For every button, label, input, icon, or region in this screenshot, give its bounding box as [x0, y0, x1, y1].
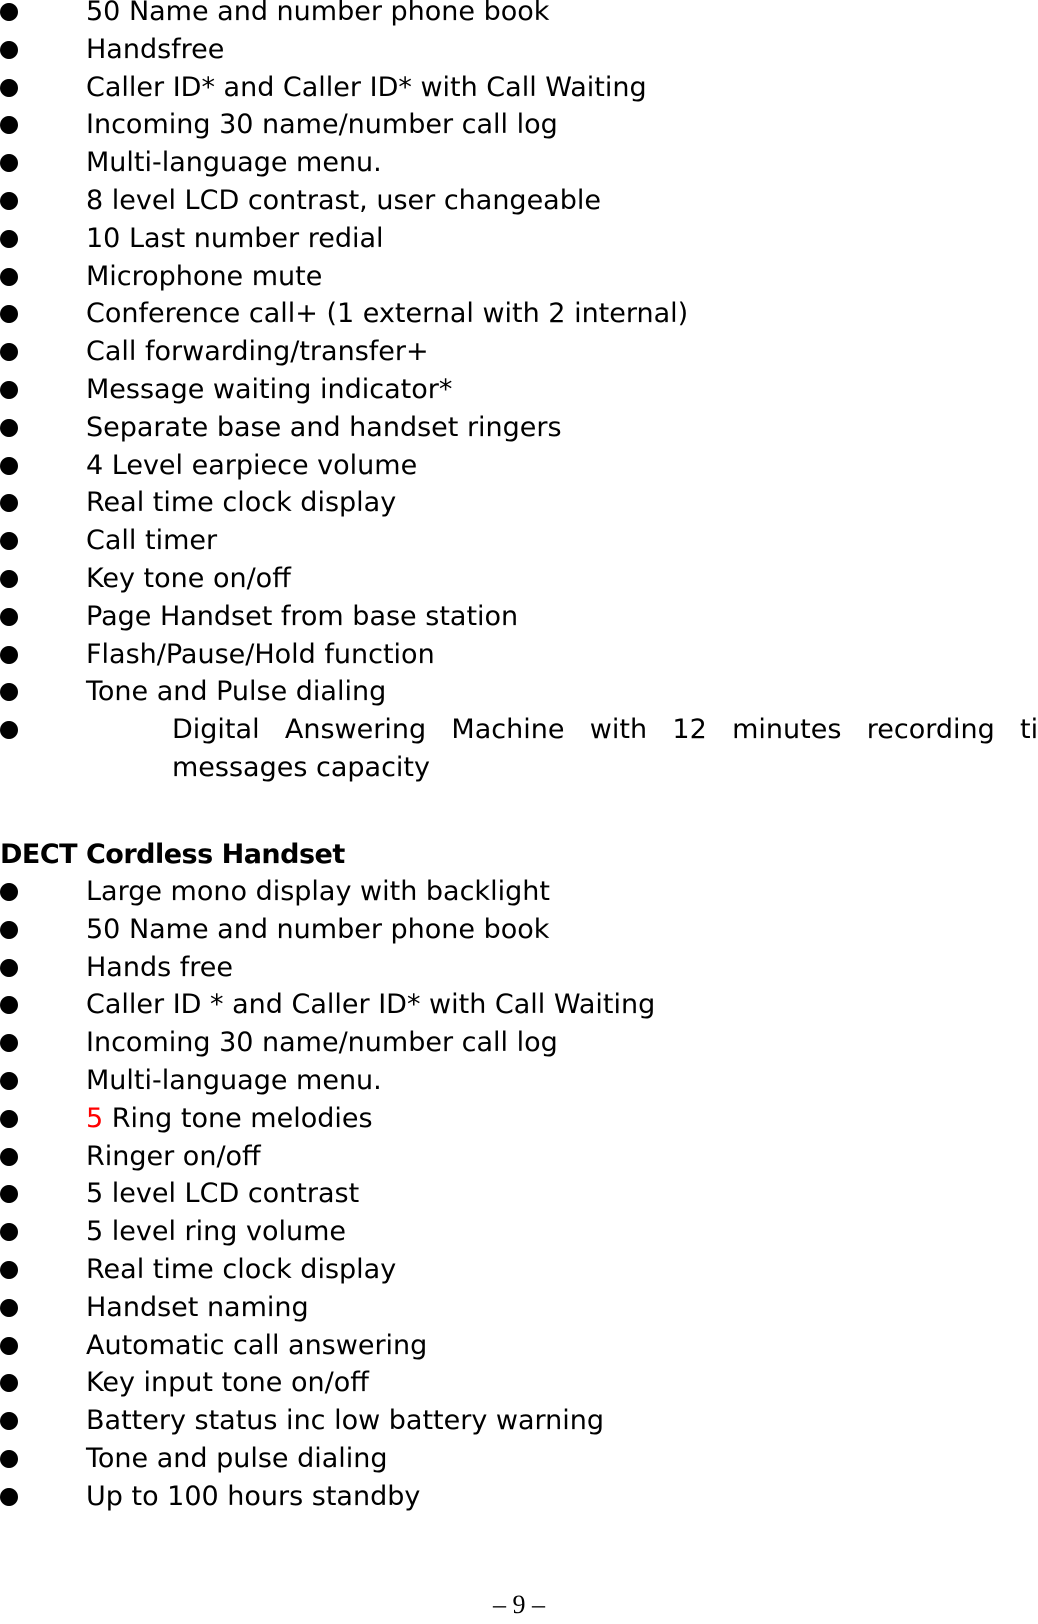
list-item: Real time clock display — [0, 484, 1038, 522]
bullet-icon — [0, 532, 18, 551]
list-item: Caller ID * and Caller ID* with Call Wai… — [0, 986, 1038, 1024]
list-item: Handset naming — [0, 1289, 1038, 1327]
list-item: 50 Name and number phone book — [0, 0, 1038, 31]
bullet-icon — [0, 996, 18, 1015]
bullet-icon — [0, 569, 18, 588]
list-item: 5 level LCD contrast — [0, 1175, 1038, 1213]
list-item: Key tone on/off — [0, 560, 1038, 598]
bullet-icon — [0, 78, 18, 97]
bullet-icon — [0, 958, 18, 977]
bullet-icon — [0, 1374, 18, 1393]
bullet-icon — [0, 920, 18, 939]
list-item: Real time clock display — [0, 1251, 1038, 1289]
ring-tone-text: 5 Ring tone melodies — [86, 1102, 373, 1134]
list-item: Multi-language menu. — [0, 1062, 1038, 1100]
list-item: Digital Answering Machine with 12 minute… — [0, 711, 1038, 787]
list-item: Incoming 30 name/number call log — [0, 106, 1038, 144]
highlighted-number: 5 — [86, 1102, 104, 1134]
list-item: 10 Last number redial — [0, 220, 1038, 258]
bullet-icon — [0, 683, 18, 702]
bullet-icon — [0, 1034, 18, 1053]
list-item: Automatic call answering — [0, 1327, 1038, 1365]
list-item: 5 Ring tone melodies — [0, 1100, 1038, 1138]
bullet-icon — [0, 456, 18, 475]
page-number: – 9 – — [493, 1590, 545, 1619]
list-item: Flash/Pause/Hold function — [0, 636, 1038, 674]
bullet-icon — [0, 380, 18, 399]
list-item: Conference call+ (1 external with 2 inte… — [0, 295, 1038, 333]
bullet-icon — [0, 1487, 18, 1506]
base-feature-list: 50 Name and number phone book Handsfree … — [0, 0, 1038, 787]
list-item: Handsfree — [0, 31, 1038, 69]
bullet-icon — [0, 116, 18, 135]
bullet-icon — [0, 418, 18, 437]
list-item: Caller ID* and Caller ID* with Call Wait… — [0, 69, 1038, 107]
bullet-icon — [0, 645, 18, 664]
list-item: Call timer — [0, 522, 1038, 560]
bullet-icon — [0, 607, 18, 626]
bullet-icon — [0, 1185, 18, 1204]
bullet-icon — [0, 343, 18, 362]
list-item: Microphone mute — [0, 258, 1038, 296]
list-item: Multi-language menu. — [0, 144, 1038, 182]
bullet-icon — [0, 1449, 18, 1468]
bullet-icon — [0, 494, 18, 513]
list-item: Tone and pulse dialing — [0, 1440, 1038, 1478]
list-item: Key input tone on/off — [0, 1364, 1038, 1402]
bullet-icon — [0, 154, 18, 173]
bullet-icon — [0, 1071, 18, 1090]
list-item: 8 level LCD contrast, user changeable — [0, 182, 1038, 220]
handset-feature-list: Large mono display with backlight 50 Nam… — [0, 873, 1038, 1516]
list-item: 50 Name and number phone book — [0, 911, 1038, 949]
bullet-icon — [0, 1336, 18, 1355]
list-item: Large mono display with backlight — [0, 873, 1038, 911]
bullet-icon — [0, 40, 18, 59]
list-item: 5 level ring volume — [0, 1213, 1038, 1251]
bullet-icon — [0, 3, 18, 21]
bullet-icon — [0, 1412, 18, 1431]
bullet-icon — [0, 721, 18, 740]
bullet-icon — [0, 883, 18, 901]
bullet-icon — [0, 229, 18, 248]
list-item: Call forwarding/transfer+ — [0, 333, 1038, 371]
list-item: Incoming 30 name/number call log — [0, 1024, 1038, 1062]
list-item: Up to 100 hours standby — [0, 1478, 1038, 1516]
bullet-icon — [0, 267, 18, 286]
bullet-icon — [0, 1109, 18, 1128]
bullet-icon — [0, 305, 18, 324]
list-item: Hands free — [0, 949, 1038, 987]
document-page: 50 Name and number phone book Handsfree … — [0, 0, 1038, 1624]
bullet-icon — [0, 191, 18, 210]
section-heading: DECT Cordless Handset — [0, 839, 345, 870]
list-item: Tone and Pulse dialing — [0, 673, 1038, 711]
bullet-icon — [0, 1298, 18, 1317]
bullet-icon — [0, 1147, 18, 1166]
list-item: Message waiting indicator* — [0, 371, 1038, 409]
list-item: Battery status inc low battery warning — [0, 1402, 1038, 1440]
bullet-icon — [0, 1223, 18, 1242]
list-item: Ringer on/off — [0, 1138, 1038, 1176]
bullet-icon — [0, 1260, 18, 1279]
list-item: 4 Level earpiece volume — [0, 447, 1038, 485]
list-item: Separate base and handset ringers — [0, 409, 1038, 447]
list-item: Page Handset from base station — [0, 598, 1038, 636]
